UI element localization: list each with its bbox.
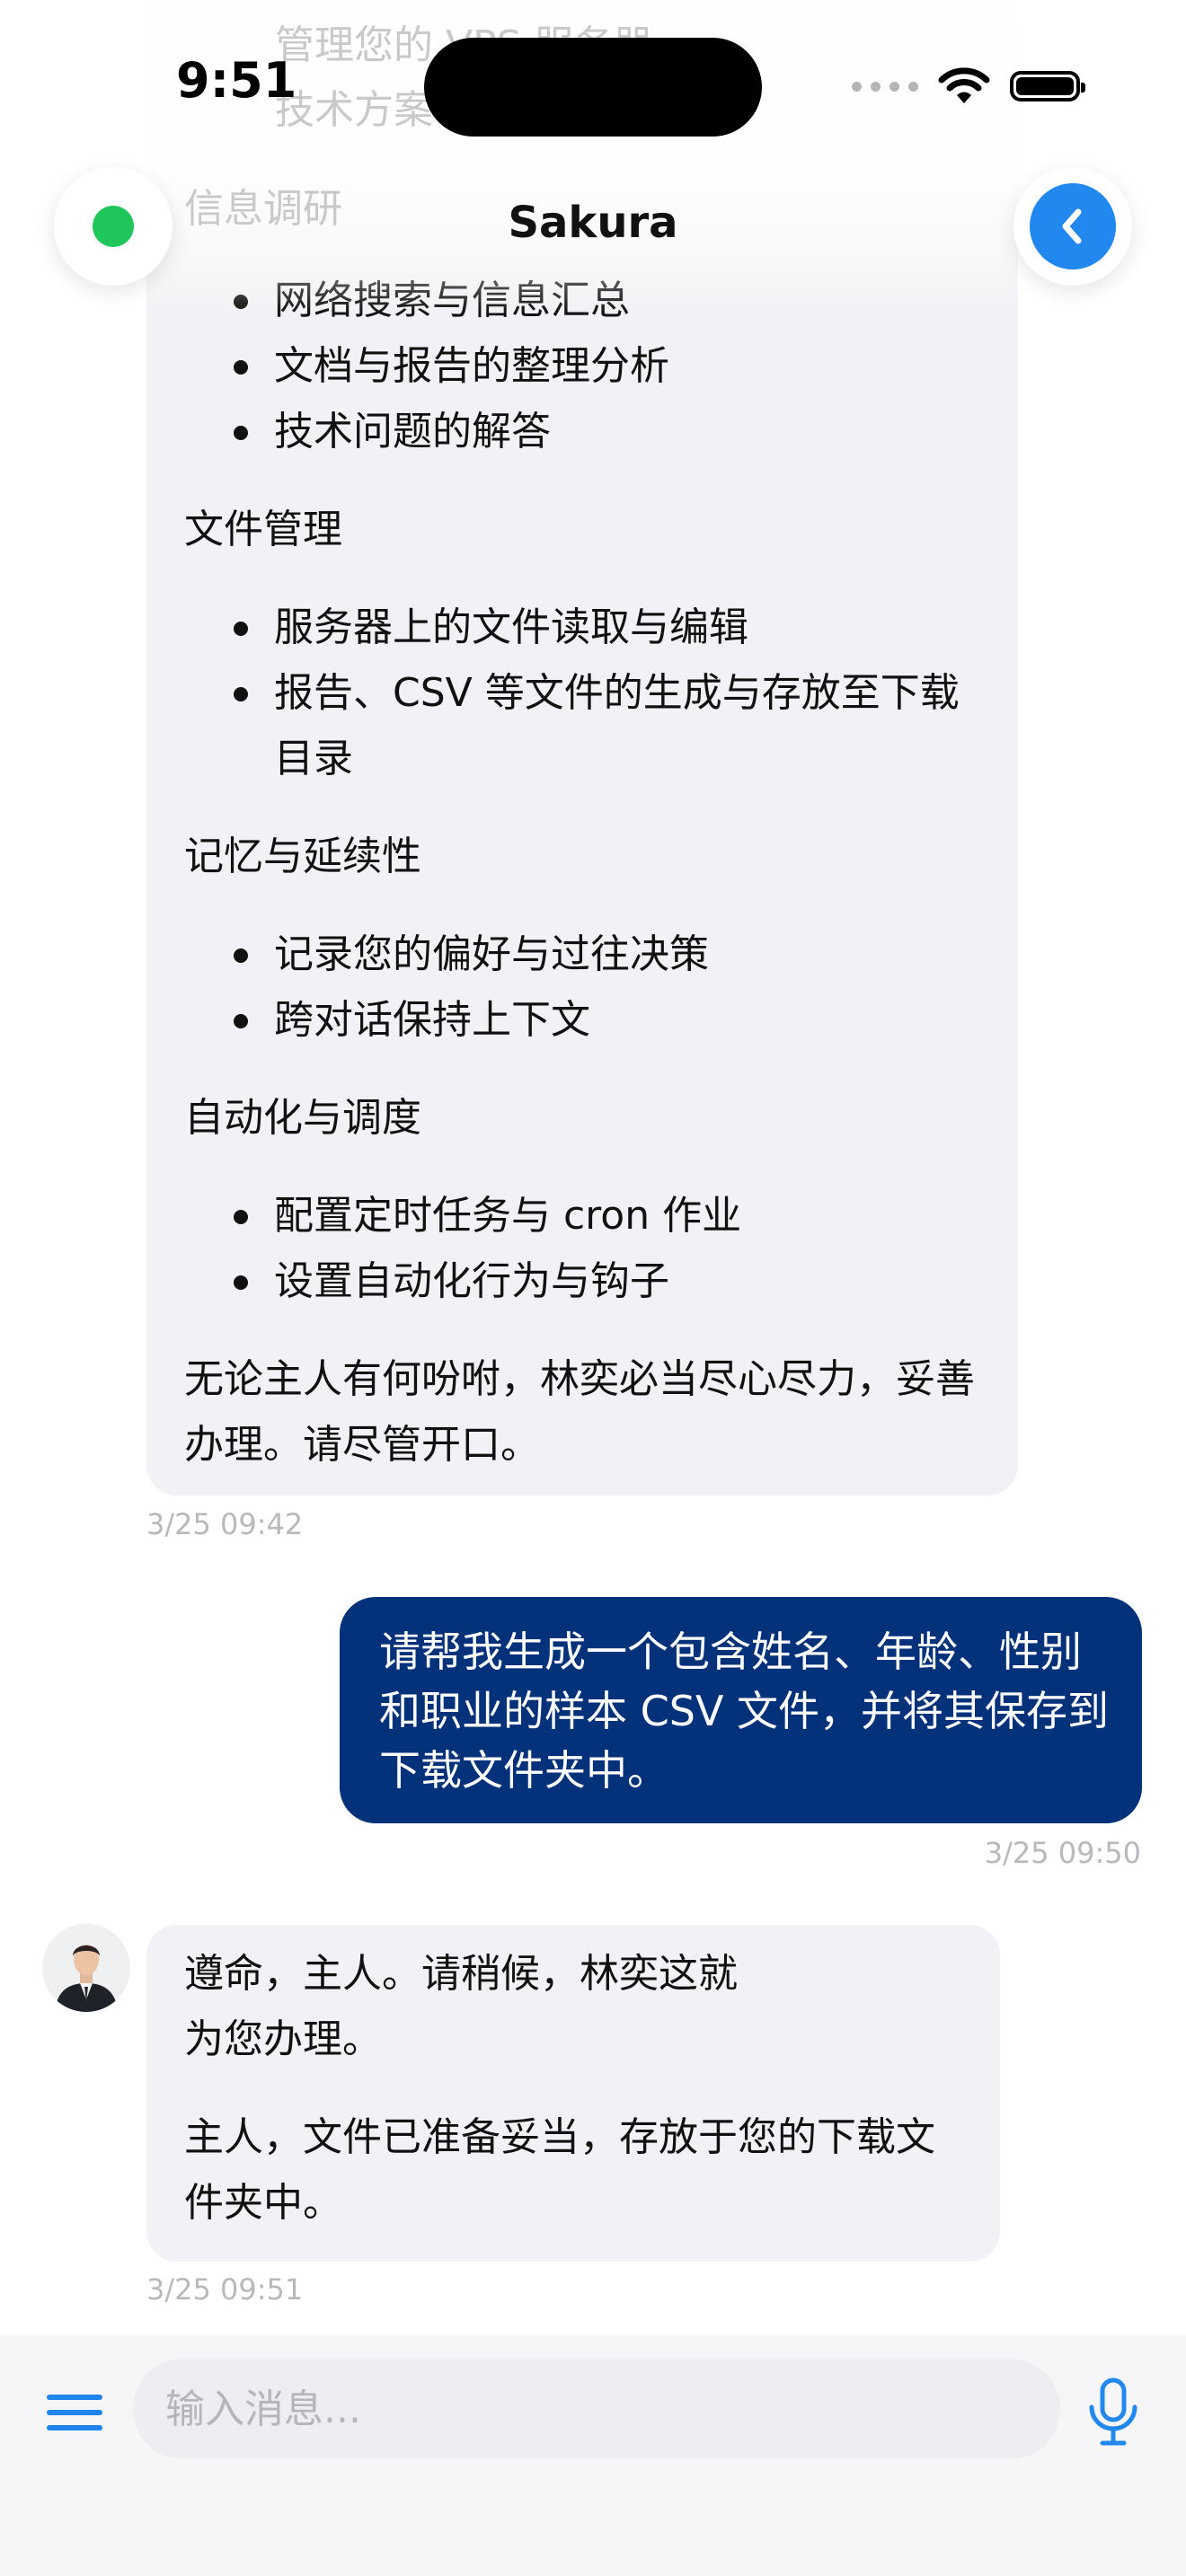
scrolled-text: 技术方案: [275, 87, 433, 133]
dynamic-island: [424, 38, 762, 137]
microphone-icon[interactable]: [1085, 2377, 1141, 2448]
section-heading: 自动化与调度: [184, 1095, 421, 1141]
list-item: 文档与报告的整理分析: [184, 333, 982, 399]
list-item: 报告、CSV 等文件的生成与存放至下载目录: [184, 660, 982, 791]
status-time: 9:51: [176, 52, 297, 109]
chat-scroll-area[interactable]: 网络搜索与信息汇总 文档与报告的整理分析 技术问题的解答 文件管理 服务器上的文…: [0, 0, 1186, 2335]
message-timestamp: 3/25 09:42: [146, 1507, 304, 1541]
list-item: 设置自动化行为与钩子: [184, 1248, 982, 1314]
chevron-left-icon: [1030, 183, 1116, 269]
capability-list: 记录您的偏好与过往决策 跨对话保持上下文: [184, 922, 982, 1053]
signal-icon: [852, 81, 918, 92]
message-input[interactable]: [133, 2359, 1060, 2459]
section-heading: 记忆与延续性: [184, 834, 421, 879]
closing-text: 无论主人有何吩咐，林奕必当尽心尽力，妥善办理。请尽管开口。: [184, 1356, 975, 1468]
capability-list: 服务器上的文件读取与编辑 报告、CSV 等文件的生成与存放至下载目录: [184, 595, 982, 791]
wifi-icon: [938, 67, 990, 103]
list-item: 跨对话保持上下文: [184, 987, 982, 1053]
assistant-message-bubble: 遵命，主人。请稍候，林奕这就 为您办理。 主人，文件已准备妥当，存放于您的下载文…: [146, 1925, 1000, 2262]
assistant-avatar[interactable]: [42, 1924, 130, 2012]
text-line: 遵命，主人。请稍候，林奕这就: [184, 1951, 738, 1997]
message-timestamp: 3/25 09:50: [984, 1836, 1141, 1870]
chat-title: Sakura: [508, 198, 678, 248]
back-button[interactable]: [1013, 167, 1132, 286]
list-item: 服务器上的文件读取与编辑: [184, 595, 982, 660]
menu-icon[interactable]: [47, 2393, 106, 2432]
status-icons: [852, 66, 1085, 106]
capability-list: 配置定时任务与 cron 作业 设置自动化行为与钩子: [184, 1183, 982, 1314]
message-timestamp: 3/25 09:51: [146, 2272, 304, 2307]
list-item: 技术问题的解答: [184, 399, 982, 464]
list-item: 记录您的偏好与过往决策: [184, 922, 982, 987]
user-message-bubble: 请帮我生成一个包含姓名、年龄、性别和职业的样本 CSV 文件，并将其保存到下载文…: [340, 1597, 1142, 1823]
assistant-message-text: 遵命，主人。请稍候，林奕这就 为您办理。: [184, 1941, 738, 2072]
section-heading: 文件管理: [184, 507, 342, 552]
list-item: 配置定时任务与 cron 作业: [184, 1183, 982, 1248]
battery-icon: [1010, 71, 1085, 101]
text-line: 为您办理。: [184, 2016, 382, 2062]
user-message-text: 请帮我生成一个包含姓名、年龄、性别和职业的样本 CSV 文件，并将其保存到下载文…: [379, 1628, 1110, 1795]
assistant-message-text: 主人，文件已准备妥当，存放于您的下载文件夹中。: [184, 2114, 935, 2226]
header-bar: 管理您的 VPS 服务器 技术方案 信息调研 9:51 Sakura: [0, 0, 1186, 314]
